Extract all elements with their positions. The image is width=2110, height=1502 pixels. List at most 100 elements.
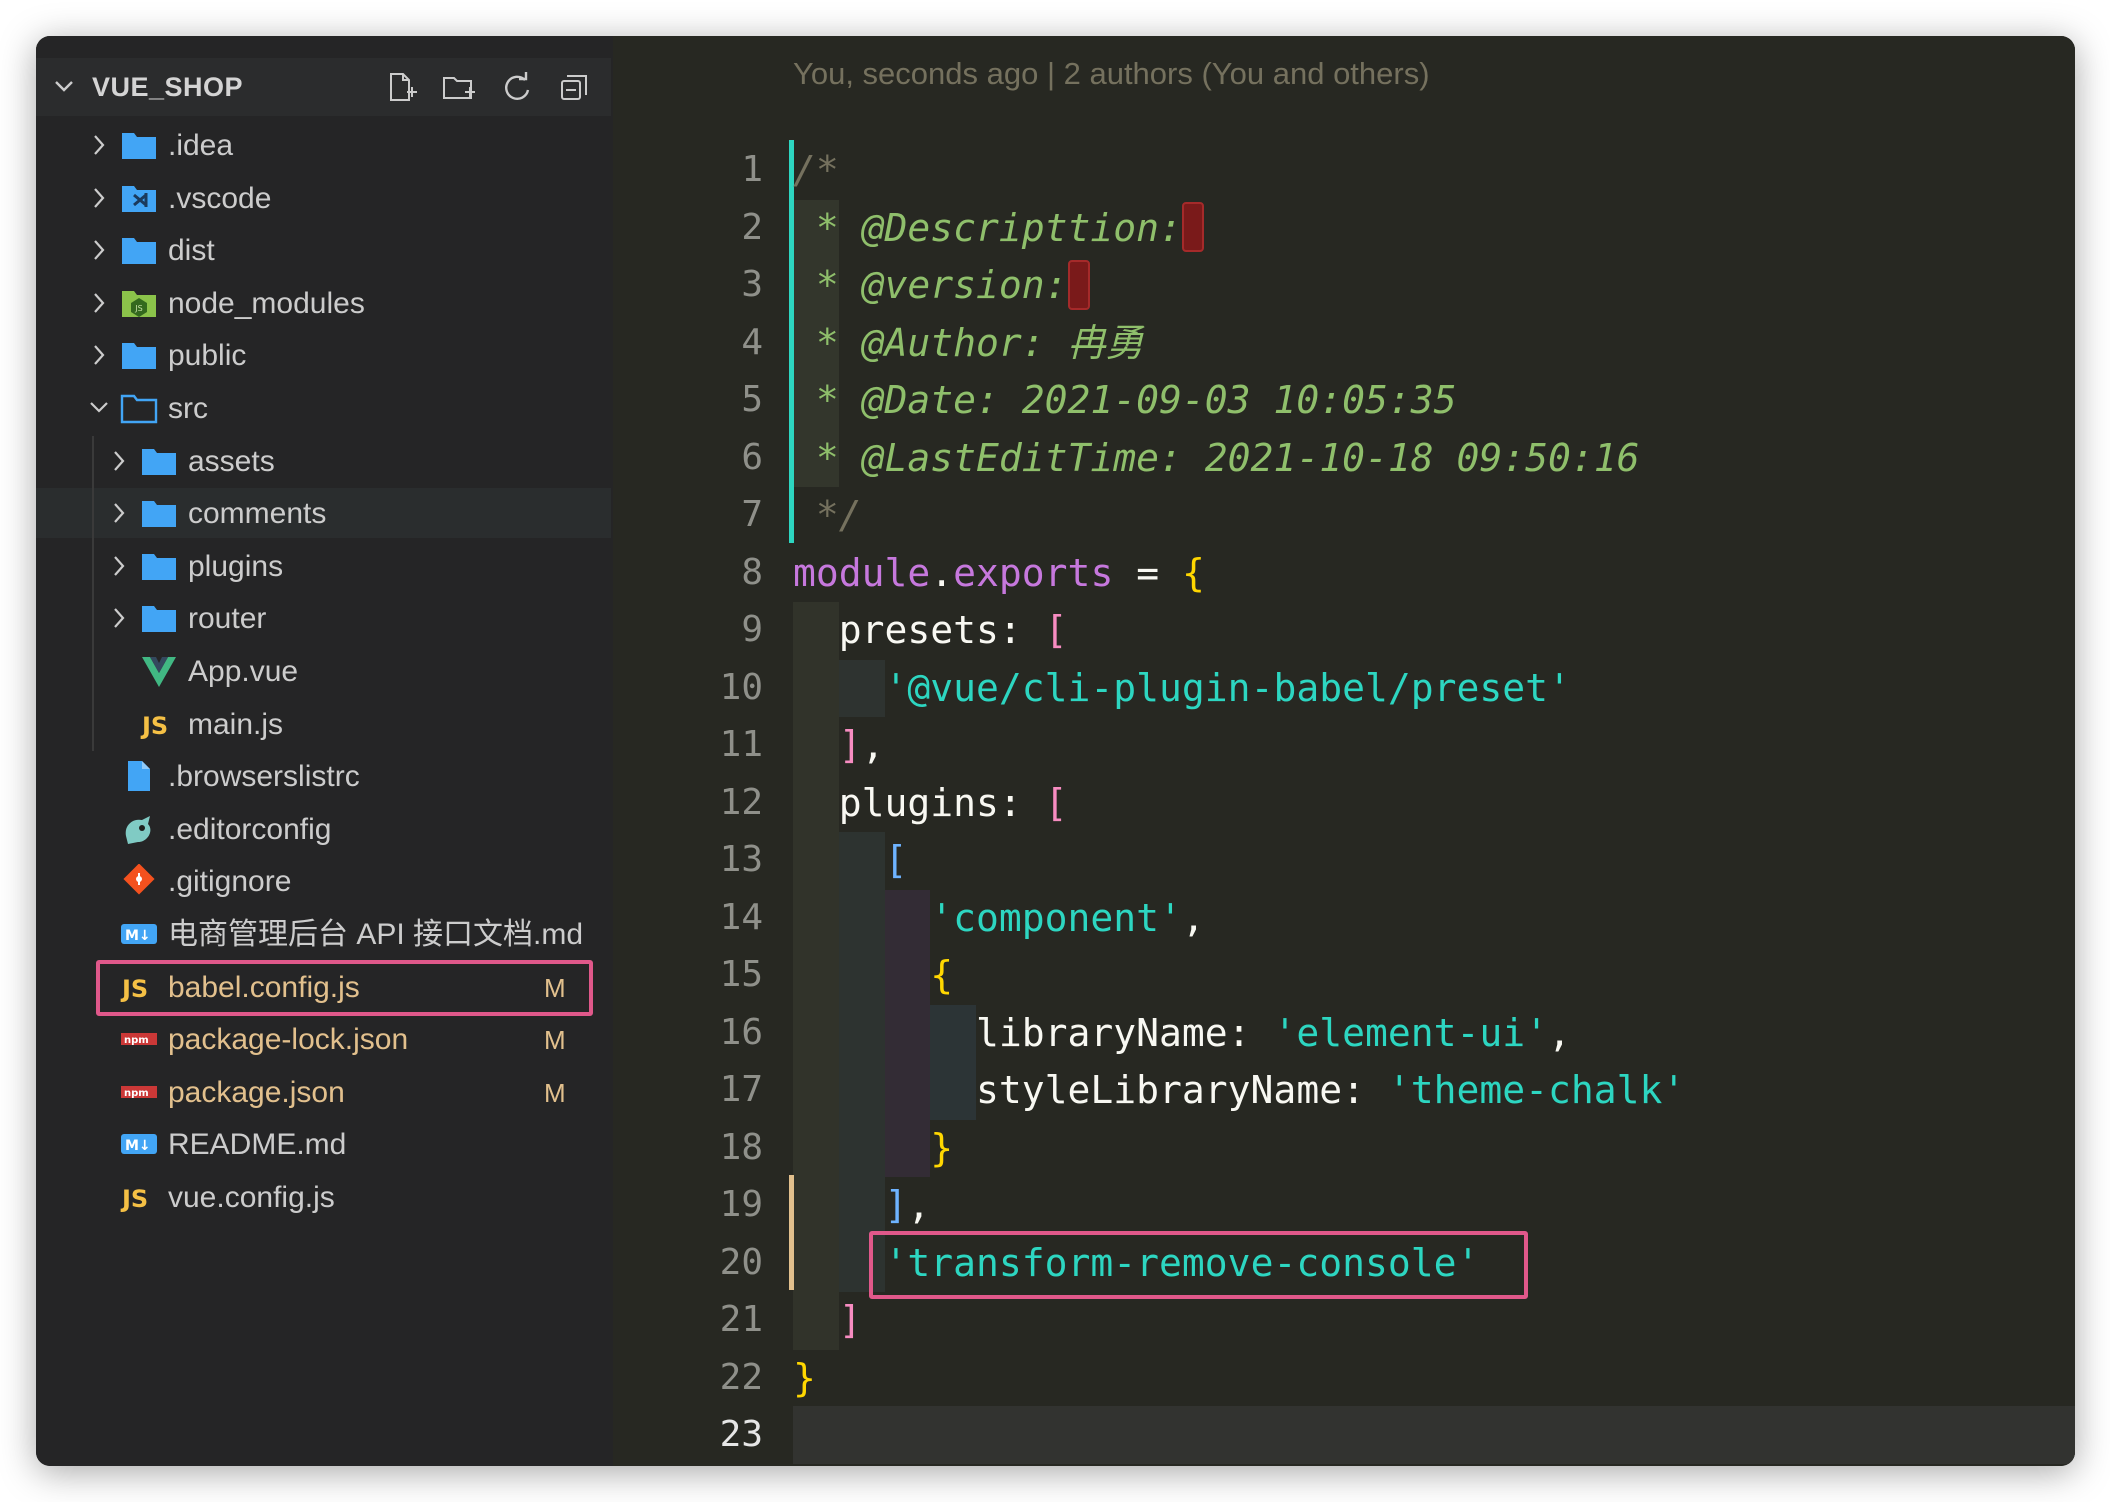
code-line[interactable]: { [793,953,953,997]
svg-text:JS: JS [140,712,168,740]
tree-item-label: .browserslistrc [168,760,360,794]
new-folder-icon[interactable] [441,70,477,106]
chevron-right-icon[interactable] [108,449,130,473]
refresh-icon[interactable] [499,70,535,106]
tree-folder[interactable]: dist [36,225,611,275]
tree-file[interactable]: .gitignore [36,856,611,906]
code-line[interactable]: plugins: [ [793,781,1068,825]
tree-folder[interactable]: src [36,383,611,433]
code-line[interactable]: libraryName: 'element-ui', [793,1011,1571,1055]
code-line[interactable]: * @LastEditTime: 2021-10-18 09:50:16 [793,436,1640,480]
tree-file[interactable]: M↓ README.md [36,1119,611,1169]
code-token: { [1181,550,1205,595]
tree-folder[interactable]: comments [36,488,611,539]
code-editor[interactable]: You, seconds ago | 2 authors (You and ot… [613,36,2075,1466]
line-number: 1 [741,149,763,190]
code-token: . [930,550,954,595]
tree-folder[interactable]: public [36,330,611,380]
explorer-sidebar: VUE_SHOP .idea .vscode dist JS node_modules p… [36,36,613,1466]
code-line[interactable]: ], [793,723,885,767]
tree-item-label: README.md [168,1128,347,1162]
code-line[interactable]: ], [793,1183,931,1227]
tree-item-label: vue.config.js [168,1181,335,1214]
code-line[interactable]: 'component', [793,896,1205,940]
code-line[interactable]: } [793,1356,816,1400]
tree-folder[interactable]: .idea [36,120,611,170]
line-number: 22 [719,1356,763,1398]
tree-item-label: .gitignore [168,865,292,899]
highlight-box [96,959,593,1016]
new-file-icon[interactable] [383,70,419,106]
line-number: 21 [719,1299,763,1340]
tree-file[interactable]: App.vue [36,646,611,696]
line-number: 4 [741,321,763,363]
tree-folder[interactable]: assets [36,436,611,486]
editorconfig-icon [120,812,158,846]
code-line[interactable]: * @Descripttion: [793,202,1204,252]
tree-file[interactable]: JS main.js [36,699,611,749]
tree-file[interactable]: .browserslistrc [36,751,611,801]
line-number-gutter: 1 2 3 4 5 6 7 8 9 10 11 12 13 14 15 16 17 18 19 20 21 22 23 [613,36,773,1466]
line-number: 8 [741,551,763,593]
code-token: = [1113,550,1182,595]
tree-folder[interactable]: plugins [36,541,611,591]
explorer-actions [383,70,593,106]
svg-text:JS: JS [120,1185,148,1213]
folder-open-icon [120,391,158,425]
code-line[interactable]: * @version: [793,259,1090,310]
tree-item-label: comments [188,497,327,531]
code-line[interactable]: module.exports = { [793,551,1205,595]
code-line[interactable]: presets: [ [793,608,1068,652]
explorer-header[interactable]: VUE_SHOP [36,58,611,116]
line-number: 7 [741,494,763,535]
code-token: , [861,723,885,767]
js-icon: JS [120,1180,158,1214]
tree-file[interactable]: JS vue.config.js [36,1172,611,1222]
tree-item-label: 电商管理后台 API 接口文档.md [168,918,584,951]
code-line[interactable]: '@vue/cli-plugin-babel/preset' [793,666,1571,710]
markdown-icon: M↓ [120,917,158,951]
tree-folder[interactable]: router [36,593,611,643]
chevron-right-icon[interactable] [108,501,130,525]
code-token: } [930,1125,954,1170]
line-number: 2 [741,206,763,248]
code-line[interactable]: */ [793,493,862,537]
chevron-right-icon[interactable] [108,554,130,578]
code-line[interactable]: /* [793,148,839,192]
chevron-right-icon[interactable] [88,238,110,262]
code-token: ] [884,1183,908,1227]
chevron-right-icon[interactable] [88,133,110,157]
tree-file[interactable]: .editorconfig [36,804,611,854]
tree-file[interactable]: npm package.json M [36,1067,611,1117]
code-line[interactable]: ] [793,1298,862,1342]
svg-text:M↓: M↓ [125,928,151,944]
chevron-right-icon[interactable] [88,343,110,367]
collapse-all-icon[interactable] [557,70,593,106]
code-line[interactable]: * @Author: 冉勇 [793,321,1144,365]
chevron-right-icon[interactable] [88,291,110,315]
js-icon: JS [140,707,178,741]
chevron-right-icon[interactable] [88,186,110,210]
tree-item-label: .vscode [168,181,272,215]
code-line[interactable]: * @Date: 2021-09-03 10:05:35 [793,378,1457,422]
code-line[interactable]: } [793,1126,953,1170]
tree-item-label: App.vue [188,655,299,688]
chevron-right-icon[interactable] [108,606,130,630]
code-line[interactable]: [ [793,838,908,882]
tree-folder[interactable]: .vscode [36,173,611,223]
tree-folder[interactable]: JS node_modules [36,278,611,328]
code-token: * @Descripttion: [793,205,1182,250]
chevron-down-icon[interactable] [52,74,76,98]
chevron-down-icon[interactable] [88,396,110,420]
code-line[interactable]: styleLibraryName: 'theme-chalk' [793,1068,1685,1112]
markdown-icon: M↓ [120,1127,158,1161]
tree-file[interactable]: npm package-lock.json M [36,1014,611,1064]
code-token: * @version: [793,263,1068,307]
code-token: * @Date: 2021-09-03 10:05:35 [793,378,1457,422]
trailing-whitespace-marker [1181,202,1204,252]
tree-file[interactable]: M↓ 电商管理后台 API 接口文档.md [36,909,611,959]
line-number: 10 [719,666,763,708]
tree-item-label: assets [188,444,275,478]
